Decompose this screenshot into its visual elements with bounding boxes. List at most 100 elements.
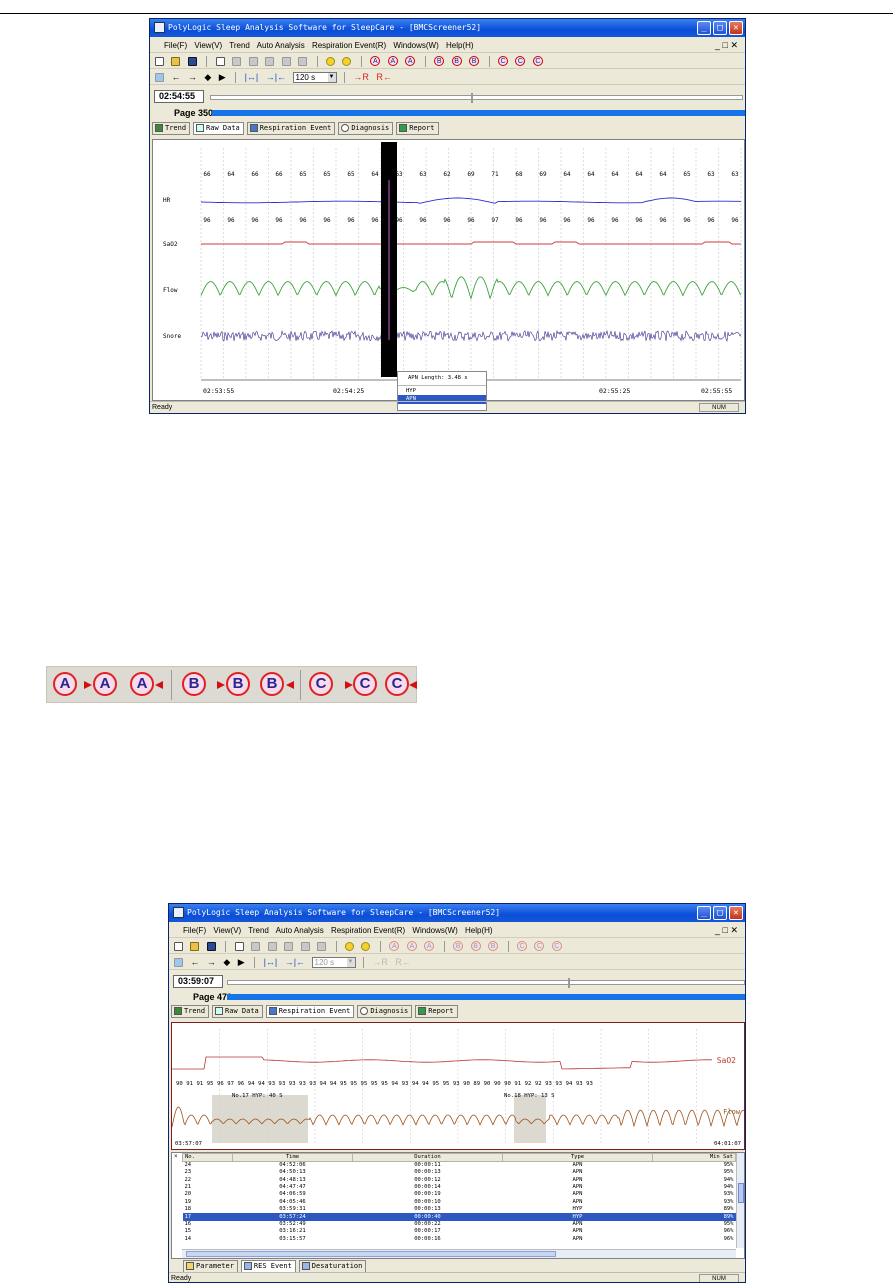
tab-diagnosis[interactable]: Diagnosis <box>338 122 394 135</box>
event-c-large-icon[interactable]: C <box>309 672 333 696</box>
event-a-right-large-icon[interactable]: A <box>130 672 154 696</box>
tool-disabled-1-icon[interactable] <box>248 57 258 66</box>
table-row[interactable]: 19 04:05:46 00:00:10 APN 93% <box>183 1199 736 1206</box>
menu-windows[interactable]: Windows(W) <box>393 41 438 50</box>
close-icon[interactable]: ✕ <box>729 906 743 920</box>
menu-file[interactable]: File(F) <box>164 41 187 50</box>
table-row[interactable]: 14 03:15:57 00:00:16 APN 96% <box>183 1236 736 1243</box>
event-a-right-icon[interactable]: A <box>405 56 416 66</box>
event-a-left-icon[interactable]: A <box>387 56 398 66</box>
save-icon[interactable] <box>206 942 216 951</box>
new-file-icon[interactable] <box>155 57 164 66</box>
event-b-left-large-icon[interactable]: B <box>226 672 250 696</box>
menu-auto-analysis[interactable]: Auto Analysis <box>276 926 324 935</box>
tab-report[interactable]: Report <box>396 122 439 135</box>
col-duration[interactable]: Duration <box>352 1153 503 1162</box>
mark-r-right-icon[interactable]: →R <box>372 958 388 967</box>
list-close-icon[interactable]: × <box>174 1154 178 1160</box>
tool-disabled-4-icon[interactable] <box>298 57 308 66</box>
menu-respiration-event[interactable]: Respiration Event(R) <box>331 926 405 935</box>
table-row[interactable]: 17 03:57:24 00:00:40 HYP 89% <box>182 1213 736 1221</box>
print-icon[interactable] <box>232 57 242 66</box>
event-b-icon[interactable]: B <box>434 56 445 66</box>
event-a-left-icon[interactable]: A <box>406 941 417 951</box>
print-preview-icon[interactable] <box>234 942 244 951</box>
tool-disabled-3-icon[interactable] <box>281 57 291 66</box>
event-c-right-icon[interactable]: C <box>551 941 562 951</box>
minimize-icon[interactable]: _ <box>697 906 711 920</box>
table-row[interactable]: 23 04:50:13 00:00:13 APN 95% <box>183 1169 736 1176</box>
scrollbar-thumb[interactable] <box>738 1183 744 1203</box>
event-c-left-large-icon[interactable]: C <box>353 672 377 696</box>
menu-help[interactable]: Help(H) <box>465 926 493 935</box>
tab-report[interactable]: Report <box>415 1005 458 1018</box>
print-preview-icon[interactable] <box>215 57 225 66</box>
tool-disabled-2-icon[interactable] <box>284 942 294 951</box>
arrow-right-icon[interactable]: → <box>188 73 197 82</box>
event-b-right-icon[interactable]: B <box>488 941 499 951</box>
compress-icon[interactable]: →|← <box>285 958 305 967</box>
tool-disabled-1-icon[interactable] <box>267 942 277 951</box>
table-row[interactable]: 22 04:48:13 00:00:12 APN 94% <box>183 1176 736 1183</box>
time-slider[interactable] <box>210 93 743 103</box>
open-folder-icon[interactable] <box>171 57 181 66</box>
event-c-icon[interactable]: C <box>497 56 508 66</box>
time-slider-thumb[interactable] <box>471 93 473 103</box>
col-type[interactable]: Type <box>502 1153 653 1162</box>
page-forward-icon[interactable]: ▶ <box>219 73 226 82</box>
tab-raw-data[interactable]: Raw Data <box>212 1005 263 1018</box>
maximize-icon[interactable]: □ <box>713 21 727 35</box>
tab-trend[interactable]: Trend <box>171 1005 210 1018</box>
expand-icon[interactable]: |↔| <box>245 73 259 82</box>
tab-raw-data[interactable]: Raw Data <box>193 122 244 135</box>
arrow-left-icon[interactable]: ← <box>171 73 180 82</box>
tab-respiration-event[interactable]: Respiration Event <box>265 1005 355 1018</box>
analysis-icon-2[interactable] <box>361 942 371 951</box>
event-a-icon[interactable]: A <box>370 56 381 66</box>
event-b-left-icon[interactable]: B <box>470 941 481 951</box>
tool-disabled-4-icon[interactable] <box>317 942 327 951</box>
menu-view[interactable]: View(V) <box>194 41 222 50</box>
compress-icon[interactable]: →|← <box>266 73 286 82</box>
event-c-right-large-icon[interactable]: C <box>385 672 409 696</box>
mark-r-right-icon[interactable]: →R <box>353 73 369 82</box>
horizontal-scrollbar[interactable] <box>182 1249 736 1258</box>
vertical-scrollbar[interactable] <box>736 1153 744 1248</box>
event-a-icon[interactable]: A <box>389 941 400 951</box>
time-slider[interactable] <box>227 978 745 988</box>
menu-trend[interactable]: Trend <box>248 926 269 935</box>
event-a-right-icon[interactable]: A <box>424 941 435 951</box>
event-b-large-icon[interactable]: B <box>182 672 206 696</box>
menu-respiration-event[interactable]: Respiration Event(R) <box>312 41 386 50</box>
table-row[interactable]: 18 03:59:31 00:00:13 HYP 89% <box>183 1206 736 1213</box>
event-a-left-large-icon[interactable]: A <box>93 672 117 696</box>
zoom-icon[interactable] <box>155 73 164 82</box>
event-b-right-large-icon[interactable]: B <box>260 672 284 696</box>
col-time[interactable]: Time <box>232 1153 353 1162</box>
menu-file[interactable]: File(F) <box>183 926 206 935</box>
event-c-left-icon[interactable]: C <box>515 56 526 66</box>
print-icon[interactable] <box>251 942 261 951</box>
zoom-icon[interactable] <box>174 958 183 967</box>
mdi-controls[interactable]: _ □ ✕ <box>715 38 738 53</box>
mdi-controls[interactable]: _ □ ✕ <box>715 923 738 938</box>
menu-windows[interactable]: Windows(W) <box>412 926 457 935</box>
analysis-icon-2[interactable] <box>342 57 352 66</box>
tool-disabled-2-icon[interactable] <box>265 57 275 66</box>
menu-view[interactable]: View(V) <box>213 926 241 935</box>
minimize-icon[interactable]: _ <box>697 21 711 35</box>
window-size-select[interactable]: 120 s ▼ <box>311 957 356 968</box>
tab-trend[interactable]: Trend <box>152 122 191 135</box>
col-min-sat[interactable]: Min Sat <box>652 1153 736 1162</box>
mark-r-left-icon[interactable]: R← <box>395 958 411 967</box>
analysis-icon-1[interactable] <box>344 942 354 951</box>
mark-r-left-icon[interactable]: R← <box>376 73 392 82</box>
page-forward-icon[interactable]: ▶ <box>238 958 245 967</box>
h-scrollbar-thumb[interactable] <box>186 1251 556 1257</box>
page-back-icon[interactable]: ◆ <box>223 958 230 967</box>
expand-icon[interactable]: |↔| <box>264 958 278 967</box>
event-b-icon[interactable]: B <box>453 941 464 951</box>
col-no[interactable]: No. <box>182 1153 233 1162</box>
popup-item-hyp[interactable]: HYP <box>398 386 486 395</box>
menu-trend[interactable]: Trend <box>229 41 250 50</box>
